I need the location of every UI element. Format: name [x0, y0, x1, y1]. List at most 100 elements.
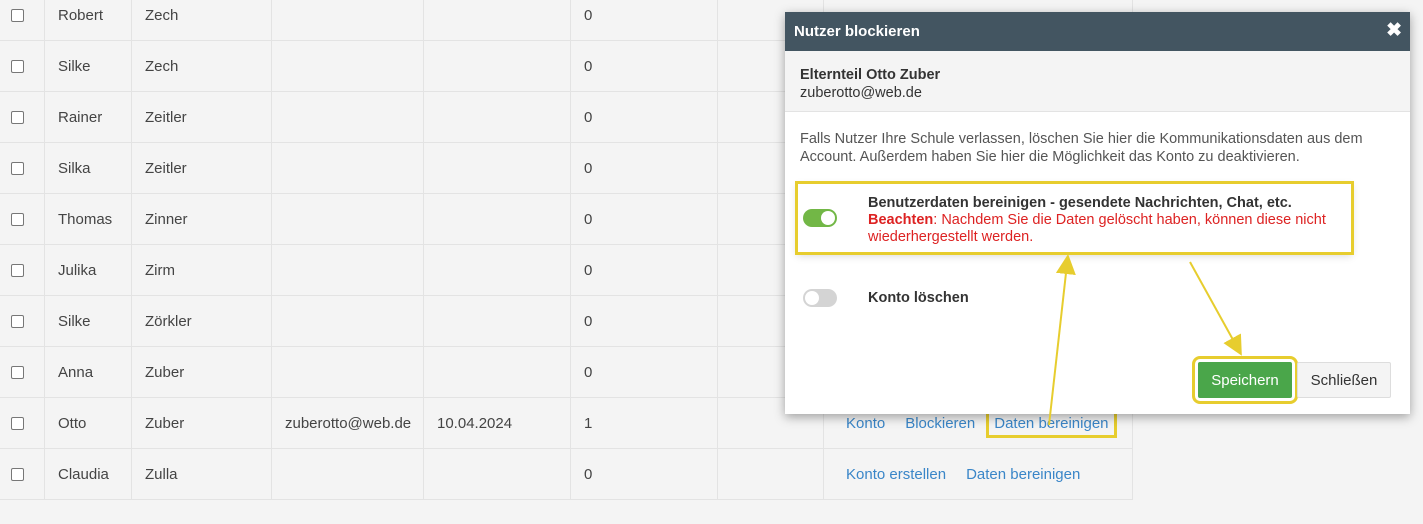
first-name: Silka: [45, 143, 132, 193]
first-name: Claudia: [45, 449, 132, 499]
user-name: Elternteil Otto Zuber: [800, 67, 941, 83]
count-cell-text: 0: [584, 6, 593, 24]
select-checkbox: [0, 143, 45, 193]
row-checkbox[interactable]: [11, 416, 24, 430]
last-name: Zörkler: [132, 296, 272, 346]
row-checkbox[interactable]: [11, 161, 24, 175]
row-checkbox[interactable]: [11, 59, 24, 73]
save-button[interactable]: Speichern: [1192, 356, 1298, 404]
count-cell: 0: [571, 92, 718, 142]
action-link[interactable]: Daten bereinigen: [966, 466, 1080, 483]
last-name-text: Zulla: [145, 465, 178, 483]
close-button[interactable]: Schließen: [1297, 362, 1391, 398]
count-cell-text: 0: [584, 159, 593, 177]
select-checkbox: [0, 347, 45, 397]
email-cell: [272, 449, 424, 499]
last-name: Zuber: [132, 398, 272, 448]
action-link[interactable]: Konto erstellen: [846, 466, 946, 483]
last-name: Zech: [132, 41, 272, 91]
row-checkbox[interactable]: [11, 365, 24, 379]
last-name: Zeitler: [132, 143, 272, 193]
date-cell-text: 10.04.2024: [437, 414, 513, 432]
count-cell-text: 0: [584, 108, 593, 126]
dialog-header: Nutzer blockieren ✖: [785, 12, 1410, 51]
close-icon[interactable]: ✖: [1386, 21, 1402, 41]
count-cell: 0: [571, 194, 718, 244]
date-cell: [424, 92, 571, 142]
first-name-text: Anna: [58, 363, 94, 381]
first-name-text: Robert: [58, 6, 104, 24]
count-cell-text: 0: [584, 465, 593, 483]
date-cell: [424, 143, 571, 193]
block-user-dialog: Nutzer blockieren ✖ Elternteil Otto Zube…: [785, 12, 1410, 414]
option-clean-data: Benutzerdaten bereinigen - gesendete Nac…: [795, 181, 1354, 255]
first-name: Julika: [45, 245, 132, 295]
email-cell: [272, 0, 424, 40]
row-checkbox[interactable]: [11, 263, 24, 277]
date-cell: [424, 245, 571, 295]
count-cell: 0: [571, 347, 718, 397]
count-cell: 0: [571, 41, 718, 91]
toggle-knob: [805, 291, 819, 305]
email-cell-text: zuberotto@web.de: [285, 414, 412, 432]
last-name: Zirm: [132, 245, 272, 295]
first-name-text: Silke: [58, 312, 91, 330]
first-name-text: Rainer: [58, 108, 103, 126]
last-name: Zinner: [132, 194, 272, 244]
select-checkbox: [0, 0, 45, 40]
last-name-text: Zörkler: [145, 312, 192, 330]
action-link[interactable]: Daten bereinigen: [986, 408, 1117, 438]
date-cell: 10.04.2024: [424, 398, 571, 448]
email-cell: [272, 347, 424, 397]
first-name: Anna: [45, 347, 132, 397]
first-name-text: Silka: [58, 159, 91, 177]
date-cell: [424, 0, 571, 40]
last-name-text: Zinner: [145, 210, 188, 228]
toggle-knob: [821, 211, 835, 225]
count-cell-text: 0: [584, 210, 593, 228]
user-info: Elternteil Otto Zuber zuberotto@web.de: [785, 51, 1410, 112]
email-cell: [272, 194, 424, 244]
last-name-text: Zuber: [145, 414, 185, 432]
warning-label: Beachten: [868, 212, 934, 228]
first-name: Robert: [45, 0, 132, 40]
select-checkbox: [0, 449, 45, 499]
email-cell: [272, 92, 424, 142]
first-name: Rainer: [45, 92, 132, 142]
first-name-text: Silke: [58, 57, 91, 75]
first-name: Otto: [45, 398, 132, 448]
delete-account-toggle[interactable]: [803, 289, 837, 307]
count-cell: 0: [571, 143, 718, 193]
select-checkbox: [0, 41, 45, 91]
select-checkbox: [0, 398, 45, 448]
user-email: zuberotto@web.de: [800, 85, 922, 101]
count-cell: 1: [571, 398, 718, 448]
row-checkbox[interactable]: [11, 8, 24, 22]
action-link[interactable]: Konto: [846, 415, 885, 432]
email-cell: [272, 296, 424, 346]
clean-data-toggle[interactable]: [803, 209, 837, 227]
count-cell-text: 0: [584, 363, 593, 381]
option-delete-account-text: Konto löschen: [868, 290, 1348, 307]
select-checkbox: [0, 296, 45, 346]
last-name: Zulla: [132, 449, 272, 499]
action-link[interactable]: Blockieren: [905, 415, 975, 432]
row-checkbox[interactable]: [11, 212, 24, 226]
count-cell-text: 0: [584, 312, 593, 330]
row-checkbox[interactable]: [11, 110, 24, 124]
row-checkbox[interactable]: [11, 467, 24, 481]
option-delete-account: Konto löschen: [797, 278, 1352, 318]
first-name-text: Thomas: [58, 210, 113, 228]
option-clean-data-text: Benutzerdaten bereinigen - gesendete Nac…: [868, 195, 1348, 246]
row-checkbox[interactable]: [11, 314, 24, 328]
count-cell: 0: [571, 245, 718, 295]
last-name-text: Zeitler: [145, 159, 187, 177]
email-cell: zuberotto@web.de: [272, 398, 424, 448]
select-checkbox: [0, 194, 45, 244]
table-row: Claudia Zulla 0 Konto erstellen Daten berein…: [0, 449, 1133, 500]
first-name: Silke: [45, 296, 132, 346]
last-name-text: Zech: [145, 57, 179, 75]
count-cell: 0: [571, 296, 718, 346]
date-cell: [424, 449, 571, 499]
select-checkbox: [0, 92, 45, 142]
